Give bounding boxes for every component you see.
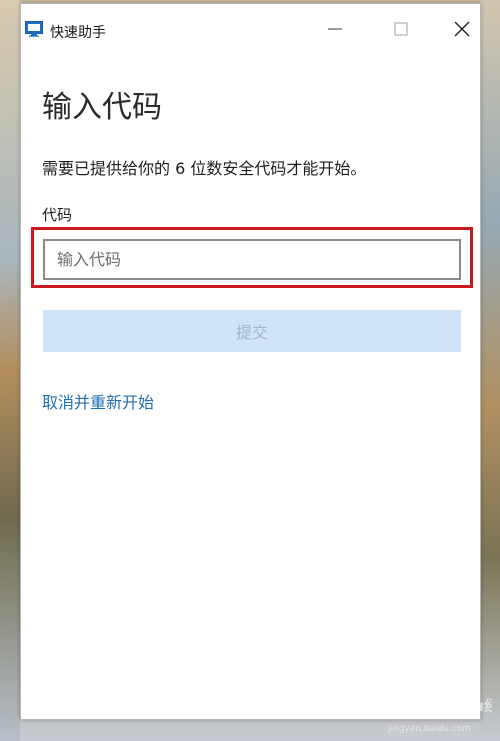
close-icon[interactable] (451, 18, 473, 40)
code-field-label: 代码 (42, 206, 73, 224)
maximize-icon[interactable] (390, 18, 412, 40)
desktop-wallpaper-left (0, 0, 20, 741)
submit-button[interactable]: 提交 (43, 310, 461, 352)
quick-assist-icon (25, 21, 43, 37)
page-heading: 输入代码 (42, 90, 162, 125)
code-input[interactable] (43, 239, 461, 280)
watermark-url: jingyan.baidu.com (387, 724, 471, 734)
title-bar[interactable]: 快速助手 (21, 4, 480, 54)
window-title: 快速助手 (50, 25, 106, 41)
instruction-text: 需要已提供给你的 6 位数安全代码才能开始。 (42, 159, 367, 178)
desktop-wallpaper-right (480, 0, 500, 741)
minimize-icon[interactable] (324, 18, 346, 40)
cancel-and-restart-link[interactable]: 取消并重新开始 (42, 389, 154, 413)
watermark-brand: Baidu经验 (436, 697, 492, 715)
quick-assist-window: 快速助手 输入代码 需要已提供给你的 6 位数安全代码才能开始。 代码 提交 取… (20, 3, 481, 720)
baidu-watermark: Baidu经验 jingyan.baidu.com (387, 691, 492, 734)
